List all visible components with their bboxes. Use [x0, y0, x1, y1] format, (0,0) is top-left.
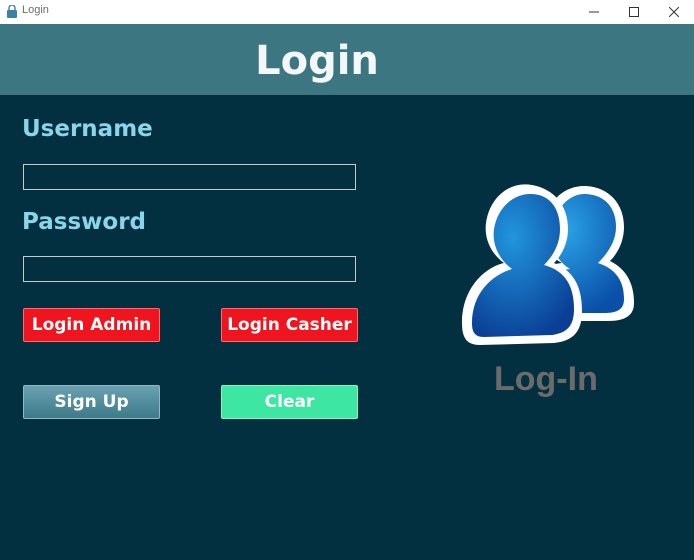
page-title: Login	[255, 38, 379, 84]
window-titlebar: Login	[0, 0, 694, 24]
app-icon	[7, 5, 17, 18]
window-title: Login	[22, 4, 49, 16]
clear-button[interactable]: Clear	[221, 385, 358, 419]
maximize-icon	[629, 7, 639, 17]
maximize-button[interactable]	[614, 0, 654, 24]
minimize-button[interactable]	[574, 0, 614, 24]
header-banner: Login	[0, 24, 694, 95]
password-label: Password	[22, 209, 146, 235]
close-button[interactable]	[654, 0, 694, 24]
password-field[interactable]	[23, 256, 356, 282]
close-icon	[669, 7, 679, 17]
login-admin-button[interactable]: Login Admin	[23, 308, 160, 342]
username-label: Username	[22, 116, 153, 142]
sign-up-button[interactable]: Sign Up	[23, 385, 160, 419]
log-in-label: Log-In	[494, 360, 598, 398]
login-casher-button[interactable]: Login Casher	[221, 308, 358, 342]
minimize-icon	[589, 11, 599, 13]
username-field[interactable]	[23, 164, 356, 190]
users-icon	[462, 184, 634, 345]
